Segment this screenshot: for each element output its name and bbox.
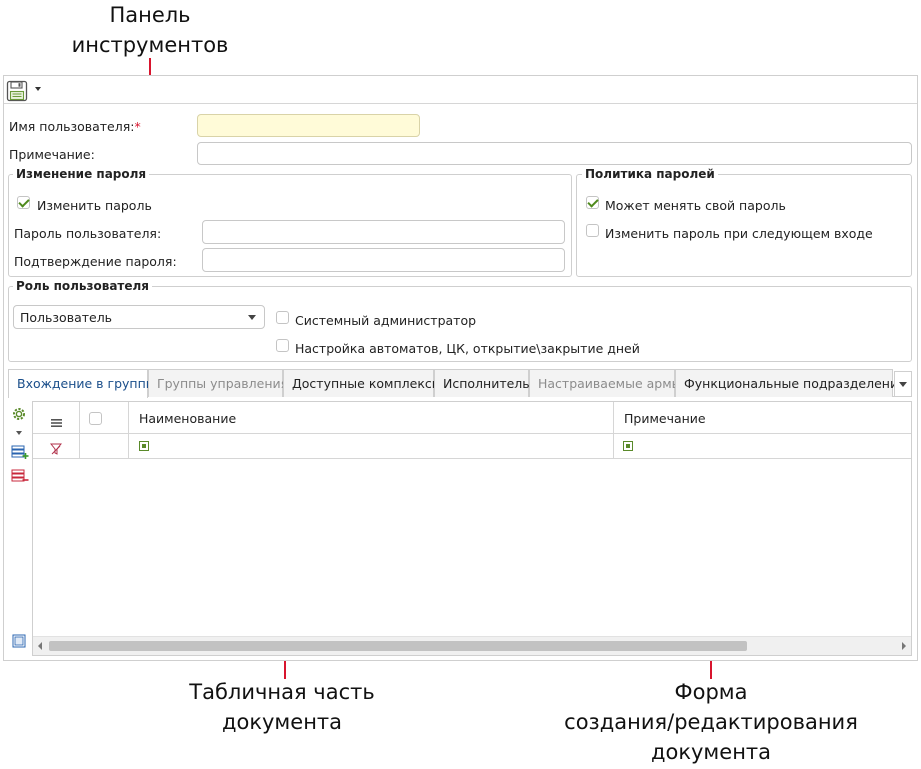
role-select[interactable]: Пользователь — [13, 305, 265, 329]
change-at-next-login-checkbox[interactable] — [586, 224, 599, 237]
role-title: Роль пользователя — [13, 279, 153, 293]
toolbar — [4, 76, 917, 104]
confirm-password-input[interactable] — [202, 248, 565, 272]
tab-executor[interactable]: Исполнитель — [434, 369, 530, 397]
username-label-text: Имя пользователя: — [9, 119, 135, 134]
sysadmin-label: Системный администратор — [295, 313, 477, 328]
change-password-checkbox[interactable] — [17, 196, 30, 209]
confirm-password-label: Подтверждение пароля: — [14, 254, 177, 269]
tab-custom-arms[interactable]: Настраиваемые армы — [529, 369, 682, 397]
tab-overflow-button[interactable] — [894, 371, 912, 397]
callout-toolbar-line2: инструментов — [71, 33, 229, 57]
tab-management-groups[interactable]: Группы управления — [148, 369, 288, 397]
chevron-down-icon — [248, 315, 256, 320]
automata-settings-checkbox[interactable] — [276, 339, 289, 352]
scroll-right-icon[interactable] — [902, 642, 906, 650]
scrollbar-thumb[interactable] — [49, 641, 747, 651]
callout-table: Табличная часть документа — [172, 677, 392, 737]
callout-table-line2: документа — [221, 710, 343, 734]
scroll-left-icon[interactable] — [38, 642, 42, 650]
grid-side-toolbar — [8, 400, 30, 656]
note-label: Примечание: — [9, 147, 95, 162]
change-at-next-login-label: Изменить пароль при следующем входе — [605, 226, 873, 241]
filter-note-cell[interactable] — [623, 441, 633, 451]
grid-header: Наименование Примечание — [33, 402, 911, 459]
filter-name-cell[interactable] — [139, 441, 149, 451]
can-change-password-checkbox[interactable] — [586, 196, 599, 209]
automata-settings-label: Настройка автоматов, ЦК, открытие\закрыт… — [295, 341, 640, 356]
add-row-icon[interactable] — [11, 444, 29, 460]
save-icon[interactable] — [6, 80, 28, 102]
save-dropdown-arrow-icon[interactable] — [35, 87, 41, 91]
username-label: Имя пользователя:* — [9, 119, 141, 135]
callout-toolbar: Панель инструментов — [60, 0, 240, 60]
select-all-checkbox[interactable] — [89, 412, 102, 425]
callout-form-line3: документа — [650, 740, 772, 764]
password-policy-title: Политика паролей — [582, 167, 718, 181]
required-mark: * — [134, 119, 141, 134]
callout-toolbar-line1: Панель — [109, 3, 191, 27]
callout-table-line1: Табличная часть — [189, 680, 375, 704]
callout-form: Форма создания/редактирования документа — [556, 677, 866, 767]
tab-functional-units[interactable]: Функциональные подразделения — [675, 369, 906, 397]
grid-filter-row — [33, 434, 911, 459]
sysadmin-checkbox[interactable] — [276, 311, 289, 324]
role-select-value: Пользователь — [20, 310, 113, 325]
callout-form-line2: создания/редактирования — [564, 710, 858, 734]
username-input[interactable] — [197, 114, 420, 137]
column-header-note[interactable]: Примечание — [624, 411, 706, 426]
callout-form-line1: Форма — [674, 680, 748, 704]
user-password-label: Пароль пользователя: — [14, 226, 162, 241]
horizontal-scrollbar[interactable] — [33, 636, 911, 655]
filter-icon[interactable] — [49, 440, 63, 455]
tab-group-membership[interactable]: Вхождение в группы — [8, 369, 156, 398]
password-change-title: Изменение пароля — [13, 167, 150, 181]
user-password-input[interactable] — [202, 220, 565, 244]
data-grid: Наименование Примечание — [32, 401, 912, 656]
can-change-password-label: Может менять свой пароль — [605, 198, 786, 213]
gear-dropdown-arrow-icon[interactable] — [16, 431, 22, 435]
grid-settings-icon[interactable] — [12, 633, 26, 648]
note-input[interactable] — [197, 142, 912, 165]
gear-icon[interactable] — [11, 406, 27, 422]
delete-row-icon[interactable] — [11, 468, 29, 484]
tab-available-complexes[interactable]: Доступные комплексы — [283, 369, 442, 397]
tab-strip: Вхождение в группы Группы управления Дос… — [8, 369, 912, 398]
column-menu-icon[interactable] — [51, 413, 62, 427]
column-header-name[interactable]: Наименование — [139, 411, 236, 426]
change-password-label: Изменить пароль — [37, 198, 152, 213]
